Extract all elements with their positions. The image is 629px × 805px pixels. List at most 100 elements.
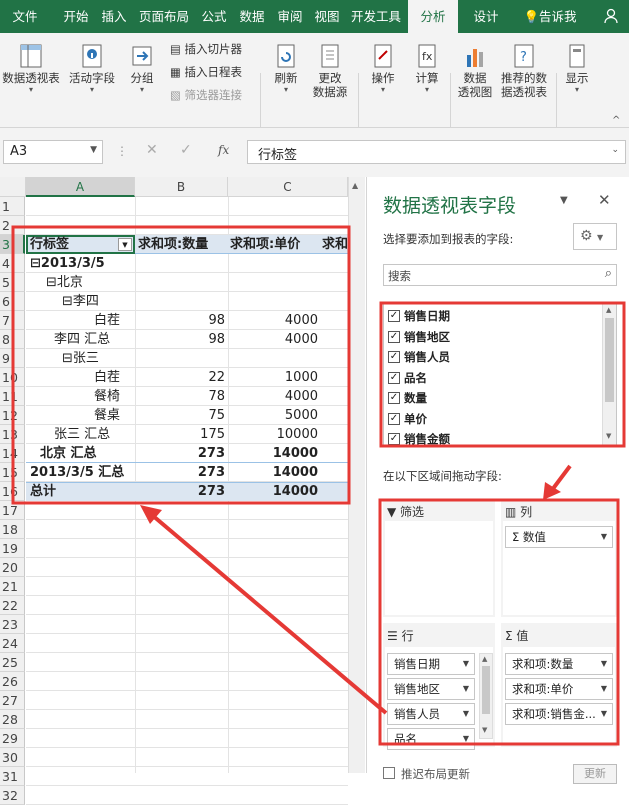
row-header[interactable]: 20 [0, 558, 25, 577]
row-header[interactable]: 30 [0, 748, 25, 767]
tab-analyze[interactable]: 分析 [408, 0, 458, 33]
tab-insert[interactable]: 插入 [97, 0, 131, 33]
row-header[interactable]: 32 [0, 786, 25, 805]
chevron-down-icon[interactable]: ▼ [463, 704, 469, 724]
tell-me[interactable]: 💡告诉我 [518, 0, 582, 33]
field-label[interactable]: 销售日期 [404, 308, 450, 324]
row-header[interactable]: 18 [0, 520, 25, 539]
defer-update-checkbox[interactable] [383, 767, 395, 779]
row-header[interactable]: 14 [0, 444, 25, 463]
chevron-down-icon[interactable]: ▼ [463, 729, 469, 749]
column-header-a[interactable]: A [26, 177, 135, 197]
tab-home[interactable]: 开始 [56, 0, 96, 33]
tab-developer[interactable]: 开发工具 [346, 0, 406, 33]
row-header[interactable]: 13 [0, 425, 25, 444]
update-button[interactable]: 更新 [573, 764, 617, 784]
column-header-b[interactable]: B [135, 177, 228, 197]
chevron-down-icon[interactable]: ▼ [601, 704, 607, 724]
chevron-down-icon[interactable]: ▼ [463, 679, 469, 699]
vertical-scrollbar[interactable] [348, 177, 365, 773]
area-field-pill[interactable]: 求和项:销售金... ▼ [505, 703, 613, 725]
row-header[interactable]: 22 [0, 596, 25, 615]
field-checkbox[interactable]: ✓ [388, 412, 400, 425]
insert-timeline-button[interactable]: ▦ 插入日程表 [170, 64, 242, 80]
row-header[interactable]: 10 [0, 368, 25, 387]
area-field-pill[interactable]: 求和项:数量 ▼ [505, 653, 613, 675]
row-header[interactable]: 29 [0, 729, 25, 748]
row-header[interactable]: 3 [0, 235, 25, 254]
row-header[interactable]: 23 [0, 615, 25, 634]
pivot-row[interactable]: ⊟北京 [46, 273, 134, 292]
field-checkbox[interactable]: ✓ [388, 433, 400, 445]
pivot-table-button[interactable]: 数据透视表 ▾ [0, 43, 62, 95]
row-header[interactable]: 11 [0, 387, 25, 406]
row-header[interactable]: 2 [0, 216, 25, 235]
select-all-corner[interactable] [0, 177, 26, 197]
field-label[interactable]: 品名 [404, 370, 427, 386]
area-field-pill[interactable]: 销售地区 ▼ [387, 678, 475, 700]
collapse-ribbon-icon[interactable]: ^ [612, 115, 620, 126]
close-icon[interactable]: ✕ [598, 191, 611, 209]
chevron-down-icon[interactable]: ▼ [601, 679, 607, 699]
row-header[interactable]: 15 [0, 463, 25, 482]
tab-page-layout[interactable]: 页面布局 [134, 0, 194, 33]
area-field-pill[interactable]: 求和项:单价 ▼ [505, 678, 613, 700]
calculations-button[interactable]: fx 计算 ▾ [408, 43, 446, 95]
filter-connections-button[interactable]: ▧ 筛选器连接 [170, 87, 242, 103]
pivot-row[interactable]: ⊟李四 [62, 292, 134, 311]
filter-dropdown-icon[interactable]: ▼ [118, 238, 132, 251]
user-icon[interactable] [596, 0, 626, 33]
row-header[interactable]: 12 [0, 406, 25, 425]
field-list-scrollbar[interactable]: ▲ ▼ [602, 304, 616, 446]
panel-options-dropdown-icon[interactable]: ▼ [560, 195, 568, 206]
row-header[interactable]: 4 [0, 254, 25, 273]
column-header-c[interactable]: C [228, 177, 348, 197]
rows-area[interactable]: ☰ 行 销售日期 ▼ 销售地区 ▼ 销售人员 ▼ 品名 ▼ ▲ ▼ [383, 623, 495, 750]
row-header[interactable]: 31 [0, 767, 25, 786]
row-header[interactable]: 27 [0, 691, 25, 710]
row-header[interactable]: 19 [0, 539, 25, 558]
field-label[interactable]: 销售人员 [404, 349, 450, 365]
scroll-thumb[interactable] [605, 318, 614, 402]
chevron-down-icon[interactable]: ▼ [463, 654, 469, 674]
row-header[interactable]: 9 [0, 349, 25, 368]
refresh-button[interactable]: 刷新 ▾ [267, 43, 305, 95]
row-header[interactable]: 26 [0, 672, 25, 691]
columns-area[interactable]: ▥ 列 Σ 数值 ▼ [501, 499, 617, 617]
field-checkbox[interactable]: ✓ [388, 310, 400, 322]
field-label[interactable]: 数量 [404, 390, 427, 406]
field-checkbox[interactable]: ✓ [388, 392, 400, 404]
actions-button[interactable]: 操作 ▾ [364, 43, 402, 95]
row-header[interactable]: 6 [0, 292, 25, 311]
tab-review[interactable]: 审阅 [273, 0, 307, 33]
values-area[interactable]: Σ 值 求和项:数量 ▼ 求和项:单价 ▼ 求和项:销售金... ▼ [501, 623, 617, 747]
search-field[interactable]: 搜索 ⌕ [383, 264, 617, 286]
area-field-pill[interactable]: 品名 ▼ [387, 728, 475, 750]
row-header[interactable]: 16 [0, 482, 25, 501]
row-header[interactable]: 5 [0, 273, 25, 292]
column-field-pill[interactable]: Σ 数值 ▼ [505, 526, 613, 548]
field-label[interactable]: 单价 [404, 411, 427, 427]
chevron-down-icon[interactable]: ▼ [601, 654, 607, 674]
row-header[interactable]: 8 [0, 330, 25, 349]
row-header[interactable]: 28 [0, 710, 25, 729]
insert-slicer-button[interactable]: ▤ 插入切片器 [170, 41, 242, 57]
change-data-source-button[interactable]: 更改 数据源 [307, 43, 353, 99]
pivot-chart-button[interactable]: 数据 透视图 [454, 43, 496, 99]
group-button[interactable]: 分组 ▾ [122, 43, 162, 95]
tab-view[interactable]: 视图 [310, 0, 344, 33]
gear-icon[interactable]: ⚙ ▼ [573, 223, 617, 250]
row-header[interactable]: 1 [0, 197, 25, 216]
expand-formula-icon[interactable]: ⌄ [611, 145, 619, 155]
scroll-up-icon[interactable]: ▲ [352, 181, 358, 190]
confirm-icon[interactable]: ✓ [180, 142, 192, 158]
row-header[interactable]: 25 [0, 653, 25, 672]
pivot-row[interactable]: ⊟2013/3/5 [30, 254, 130, 273]
row-header[interactable]: 24 [0, 634, 25, 653]
tab-design[interactable]: 设计 [464, 0, 508, 33]
row-header[interactable]: 7 [0, 311, 25, 330]
tab-formulas[interactable]: 公式 [197, 0, 231, 33]
name-box[interactable]: A3 ▼ [3, 140, 103, 164]
area-field-pill[interactable]: 销售日期 ▼ [387, 653, 475, 675]
row-header[interactable]: 17 [0, 501, 25, 520]
